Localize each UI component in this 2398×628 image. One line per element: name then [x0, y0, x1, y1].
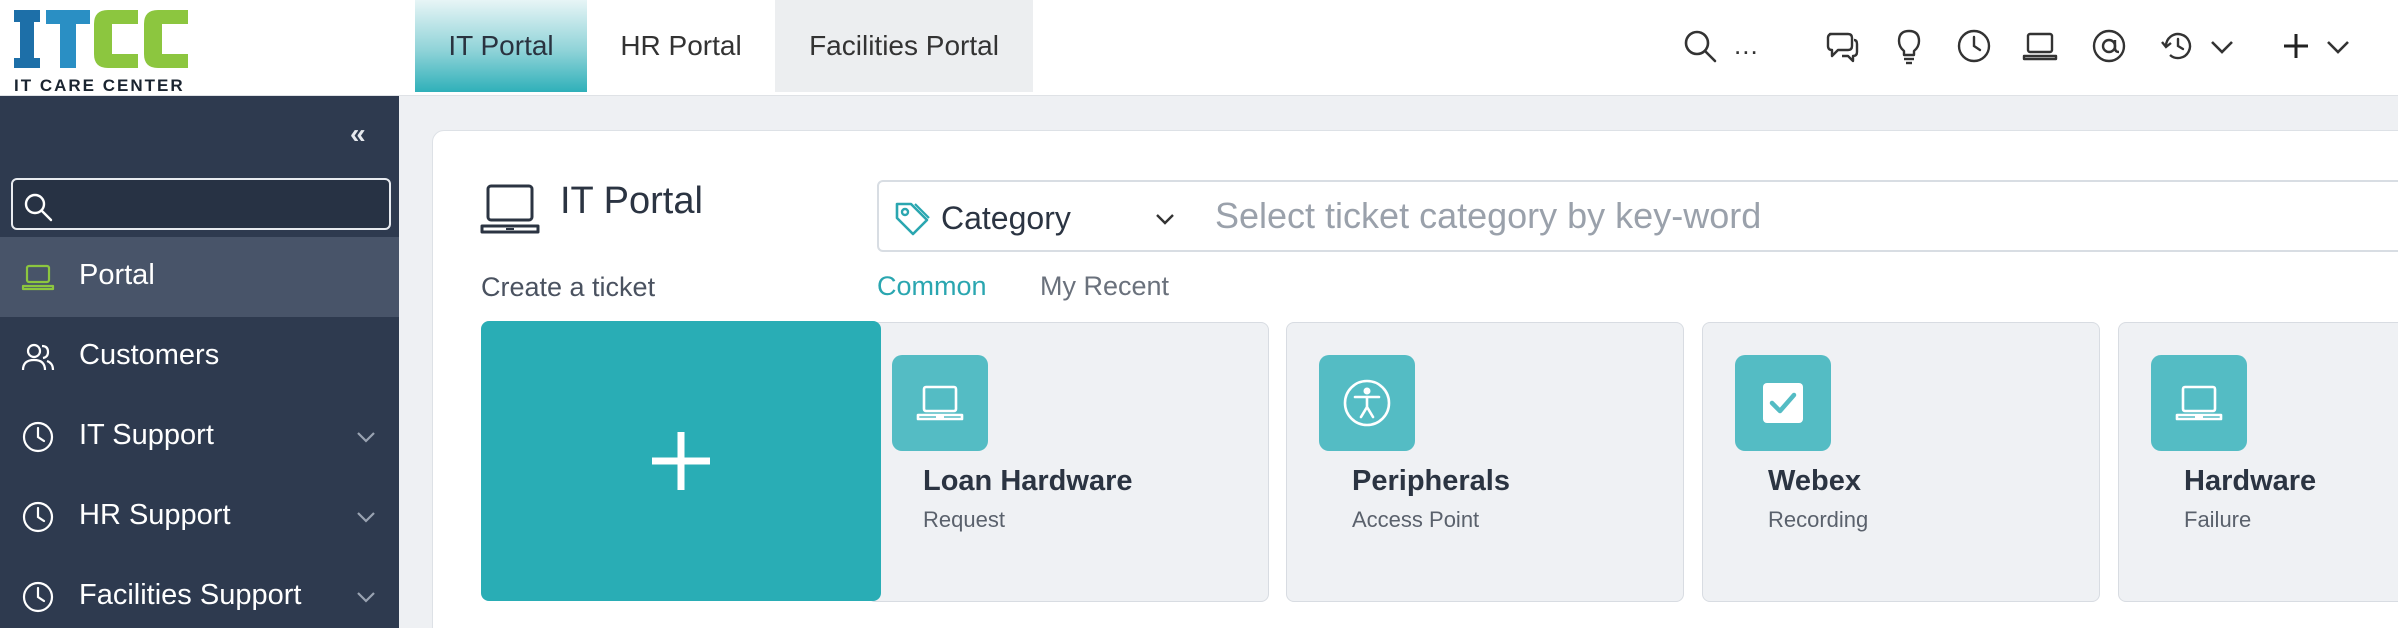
- tab-hr-portal[interactable]: HR Portal: [587, 0, 775, 92]
- tab-facilities-portal[interactable]: Facilities Portal: [775, 0, 1033, 92]
- ticket-tile-loan-hardware[interactable]: Loan Hardware Request: [867, 322, 1269, 602]
- tab-it-portal[interactable]: IT Portal: [415, 0, 587, 92]
- history-icon[interactable]: [2158, 26, 2198, 66]
- clock-icon: [20, 499, 56, 535]
- sidebar-item-label: Customers: [79, 339, 220, 371]
- sidebar-item-label: Facilities Support: [79, 579, 302, 611]
- clock-icon: [20, 579, 56, 615]
- laptop-icon: [480, 182, 540, 238]
- sidebar-item-label: Portal: [79, 259, 155, 291]
- chevron-down-icon[interactable]: [354, 587, 378, 607]
- chevron-down-icon[interactable]: [354, 427, 378, 447]
- at-icon[interactable]: [2089, 26, 2129, 66]
- sidebar-item-portal[interactable]: Portal: [0, 237, 399, 317]
- sidebar-item-label: HR Support: [79, 499, 231, 531]
- lightbulb-icon[interactable]: [1889, 26, 1929, 66]
- tile-title: Webex: [1768, 465, 1861, 497]
- tab-common[interactable]: Common: [877, 271, 987, 302]
- logo-subtitle: IT CARE CENTER: [14, 76, 185, 95]
- page-title: IT Portal: [560, 180, 703, 222]
- clock-icon: [20, 419, 56, 455]
- tile-subtitle: Access Point: [1352, 507, 1480, 532]
- sidebar: ‹‹ Portal Customers IT Support HR Suppor…: [0, 96, 399, 628]
- tile-title: Loan Hardware: [923, 465, 1133, 497]
- clock-icon[interactable]: [1954, 26, 1994, 66]
- laptop-icon: [892, 355, 988, 451]
- sidebar-search-input[interactable]: [11, 178, 391, 230]
- chat-icon[interactable]: [1822, 26, 1862, 66]
- search-icon[interactable]: [1680, 26, 1720, 66]
- top-bar: IT CARE CENTER IT Portal HR Portal Facil…: [0, 0, 2398, 96]
- create-ticket-label: Create a ticket: [481, 272, 656, 302]
- create-ticket-button[interactable]: [481, 321, 881, 601]
- sidebar-item-customers[interactable]: Customers: [0, 317, 399, 397]
- sidebar-item-hr-support[interactable]: HR Support: [0, 477, 399, 557]
- plus-icon: [652, 432, 710, 490]
- laptop-icon[interactable]: [2020, 26, 2060, 66]
- sidebar-item-label: IT Support: [79, 419, 214, 451]
- tag-icon: [895, 202, 930, 236]
- tile-subtitle: Request: [923, 507, 1005, 532]
- category-search-bar: Category: [877, 180, 2398, 252]
- ticket-tile-peripherals[interactable]: Peripherals Access Point: [1286, 322, 1684, 602]
- chevron-down-icon[interactable]: [2318, 26, 2358, 66]
- sidebar-item-it-support[interactable]: IT Support: [0, 397, 399, 477]
- search-icon: [24, 193, 53, 222]
- category-keyword-input[interactable]: [1215, 194, 2395, 238]
- checkbox-icon: [1735, 355, 1831, 451]
- plus-icon[interactable]: [2276, 26, 2316, 66]
- chevron-down-icon[interactable]: [354, 507, 378, 527]
- tile-subtitle: Failure: [2184, 507, 2252, 532]
- search-text[interactable]: ...: [1734, 30, 1759, 61]
- laptop-icon: [2151, 355, 2247, 451]
- chevron-down-icon[interactable]: [2202, 26, 2242, 66]
- tab-my-recent[interactable]: My Recent: [1040, 271, 1169, 302]
- tile-title: Hardware: [2184, 465, 2317, 497]
- logo-letters: [14, 10, 188, 68]
- category-select[interactable]: Category: [941, 200, 1071, 237]
- chevron-down-icon[interactable]: [1153, 210, 1177, 228]
- accessibility-icon: [1319, 355, 1415, 451]
- itcc-logo[interactable]: IT CARE CENTER: [10, 8, 200, 95]
- tile-subtitle: Recording: [1768, 507, 1869, 532]
- laptop-icon: [20, 259, 56, 295]
- users-icon: [20, 339, 56, 375]
- collapse-sidebar-button[interactable]: ‹‹: [350, 118, 366, 150]
- sidebar-item-facilities-support[interactable]: Facilities Support: [0, 557, 399, 628]
- tile-title: Peripherals: [1352, 465, 1510, 497]
- ticket-tile-hardware[interactable]: Hardware Failure: [2118, 322, 2398, 602]
- ticket-tile-webex[interactable]: Webex Recording: [1702, 322, 2100, 602]
